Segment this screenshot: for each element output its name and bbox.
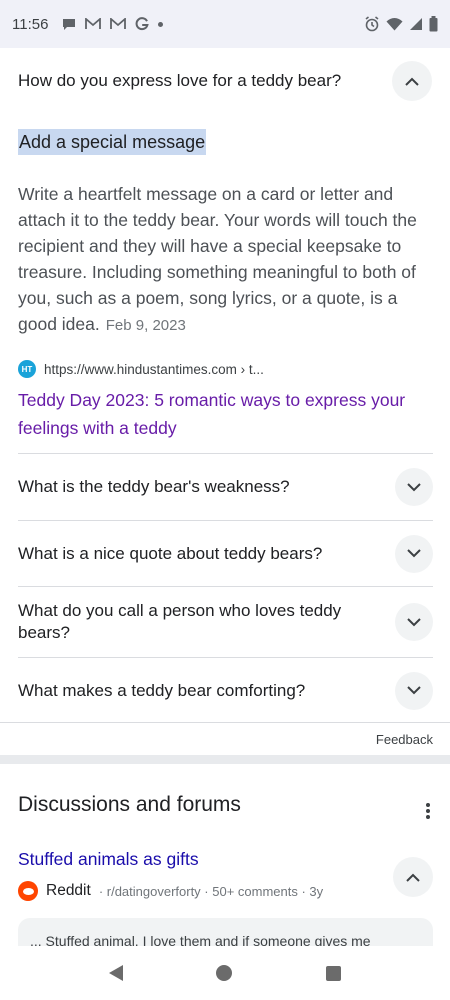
chevron-down-icon[interactable] xyxy=(395,603,433,641)
answer-body: Write a heartfelt message on a card or l… xyxy=(18,181,434,339)
section-divider xyxy=(0,755,450,764)
hindustan-times-favicon: HT xyxy=(18,360,36,378)
system-icons xyxy=(364,16,438,32)
status-time: 11:56 xyxy=(12,15,49,33)
thread-meta-text: · r/datingoverforty · 50+ comments · 3y xyxy=(98,883,324,899)
faq-item[interactable]: What is the teddy bear's weakness? xyxy=(18,453,433,520)
faq-question[interactable]: What do you call a person who loves tedd… xyxy=(18,600,395,644)
home-icon[interactable] xyxy=(216,965,233,981)
back-icon[interactable] xyxy=(108,965,123,981)
thread-site: Reddit xyxy=(46,882,91,899)
source-link[interactable]: Teddy Day 2023: 5 romantic ways to expre… xyxy=(18,386,428,442)
faq-open-item[interactable]: How do you express love for a teddy bear… xyxy=(0,48,450,114)
chevron-up-icon[interactable] xyxy=(392,61,432,101)
thread-title-link[interactable]: Stuffed animals as gifts xyxy=(18,849,199,870)
reddit-icon xyxy=(18,881,38,901)
faq-question[interactable]: What is the teddy bear's weakness? xyxy=(18,476,395,498)
faq-question[interactable]: How do you express love for a teddy bear… xyxy=(18,70,392,92)
notification-icons xyxy=(62,17,164,31)
wifi-icon xyxy=(386,17,403,31)
faq-item[interactable]: What is a nice quote about teddy bears? xyxy=(18,520,433,586)
google-icon xyxy=(135,17,150,31)
source-url[interactable]: https://www.hindustantimes.com › t... xyxy=(44,362,264,377)
faq-item[interactable]: What makes a teddy bear comforting? xyxy=(18,657,433,723)
section-title: Discussions and forums xyxy=(18,793,241,816)
chat-bubble-icon xyxy=(62,18,76,31)
faq-question[interactable]: What is a nice quote about teddy bears? xyxy=(18,543,395,565)
answer-text: Write a heartfelt message on a card or l… xyxy=(18,184,417,334)
battery-icon xyxy=(429,16,438,32)
faq-item[interactable]: What do you call a person who loves tedd… xyxy=(18,586,433,657)
faq-question[interactable]: What makes a teddy bear comforting? xyxy=(18,680,395,702)
thread-meta: Reddit · r/datingoverforty · 50+ comment… xyxy=(18,881,323,901)
answer-heading: Add a special message xyxy=(18,129,207,155)
answer-date: Feb 9, 2023 xyxy=(105,317,186,334)
navigation-bar xyxy=(0,946,450,1000)
feedback-row: Feedback xyxy=(0,722,450,754)
chevron-down-icon[interactable] xyxy=(395,468,433,506)
more-options-icon[interactable] xyxy=(420,800,436,822)
recents-icon[interactable] xyxy=(326,965,342,981)
gmail-icon xyxy=(85,18,102,30)
gmail-icon xyxy=(110,18,127,30)
cell-signal-icon xyxy=(409,17,423,31)
chevron-down-icon[interactable] xyxy=(395,534,433,573)
status-bar: 11:56 xyxy=(0,0,450,48)
source-row[interactable]: HT https://www.hindustantimes.com › t... xyxy=(18,360,264,378)
chevron-up-icon[interactable] xyxy=(393,857,433,897)
dot-icon xyxy=(158,21,164,27)
alarm-icon xyxy=(364,16,380,32)
feedback-link[interactable]: Feedback xyxy=(376,732,433,747)
chevron-down-icon[interactable] xyxy=(395,671,433,710)
